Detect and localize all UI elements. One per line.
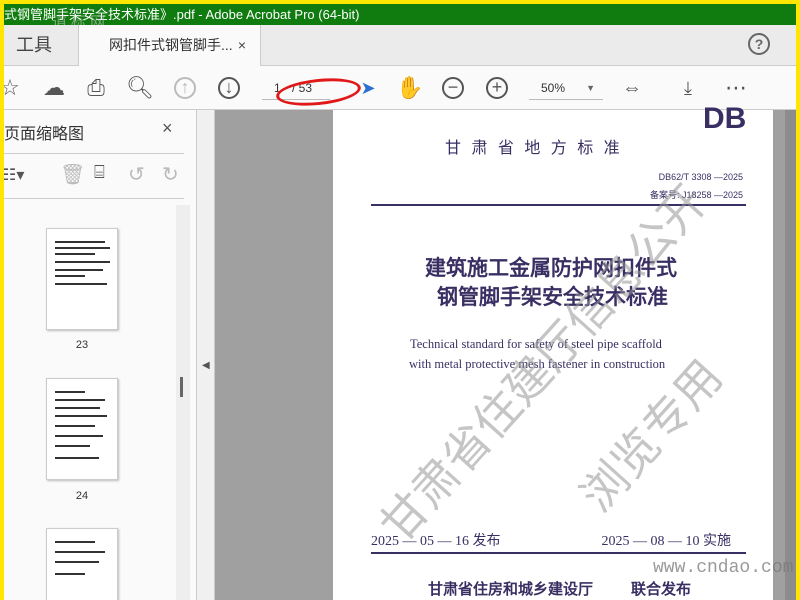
rotate-left-icon[interactable]: ↺ <box>128 162 145 187</box>
tab-document[interactable]: 网扣件式钢管脚手... × <box>78 25 261 67</box>
tab-tools[interactable]: 工具 <box>4 25 78 66</box>
db-mark: DB <box>703 102 747 135</box>
fit-page-icon[interactable]: ⇔ <box>618 74 646 102</box>
search-zoom-icon[interactable]: 🔍︎ <box>126 74 154 102</box>
thumbnail-label: 24 <box>75 490 89 502</box>
thumbnails-panel: 页面缩略图 × ☷▾ 🗑︎ ⌸ ↺ ↻ 23 24 <box>4 110 197 600</box>
joint-publish: 联合发布 <box>631 578 692 599</box>
title-bar: 式钢管脚手架安全技术标准》.pdf - Adobe Acrobat Pro (6… <box>4 4 796 31</box>
page-thumbnail-25[interactable] <box>46 528 118 600</box>
zoom-value: 50% <box>541 81 566 95</box>
toolbar: ☆ ☁ ⎙ 🔍︎ ↑ ↓ 1 / 53 ➤ ✋ − + 50% ▼ ⇔ ⤓ ⋯ <box>4 66 796 110</box>
bottom-rule <box>371 552 746 554</box>
page-thumbnail-24[interactable] <box>46 378 118 480</box>
bookmark-star-icon[interactable]: ☆ <box>4 74 24 102</box>
authority-text: 甘 肃 省 地 方 标 准 <box>445 140 623 157</box>
hand-tool-icon[interactable]: ✋ <box>396 74 424 102</box>
zoom-in-icon[interactable]: + <box>486 77 508 99</box>
implementation-date: 2025 — 08 — 10 实施 <box>601 534 732 549</box>
rotate-right-icon[interactable]: ↻ <box>162 162 179 187</box>
help-button[interactable]: ? <box>748 33 770 55</box>
vertical-scrollbar[interactable] <box>785 110 796 600</box>
divider <box>4 198 184 199</box>
scroll-mode-icon[interactable]: ⤓ <box>674 74 702 102</box>
delete-icon[interactable]: 🗑︎ <box>60 162 85 187</box>
next-page-icon[interactable]: ↓ <box>218 77 240 99</box>
site-watermark: www.cndao.com <box>653 558 794 578</box>
insert-page-icon[interactable]: ⌸ <box>94 162 105 183</box>
previous-page-icon[interactable]: ↑ <box>174 77 196 99</box>
options-menu-icon[interactable]: ☷▾ <box>4 165 24 185</box>
thumbnail-label: 23 <box>75 339 89 351</box>
zoom-out-icon[interactable]: − <box>442 77 464 99</box>
document-view: DB 甘 肃 省 地 方 标 准 DB62/T 3308 —2025 备案号: … <box>215 102 793 600</box>
print-icon[interactable]: ⎙ <box>82 74 110 102</box>
acrobat-window: 式钢管脚手架安全技术标准》.pdf - Adobe Acrobat Pro (6… <box>4 4 796 600</box>
zoom-select[interactable]: 50% ▼ <box>529 76 603 100</box>
more-options-icon[interactable]: ⋯ <box>722 74 750 102</box>
panel-title: 页面缩略图 <box>4 126 85 143</box>
chevron-left-icon: ◀ <box>202 360 210 371</box>
close-panel-icon[interactable]: × <box>162 118 173 139</box>
close-tab-icon[interactable]: × <box>238 25 246 66</box>
page-thumbnail-23[interactable] <box>46 228 118 330</box>
upload-cloud-icon[interactable]: ☁ <box>40 74 68 102</box>
pdf-page: DB 甘 肃 省 地 方 标 准 DB62/T 3308 —2025 备案号: … <box>333 102 793 600</box>
issue-date: 2025 — 05 — 16 发布 <box>371 534 501 549</box>
publisher: 甘肃省住房和城乡建设厅 <box>428 581 594 598</box>
thumbnail-list: 23 24 <box>4 205 176 600</box>
collapse-panel-button[interactable]: ◀ <box>197 110 215 600</box>
chevron-down-icon: ▼ <box>586 83 595 93</box>
divider <box>4 153 184 154</box>
panel-scrollbar[interactable] <box>176 205 190 600</box>
tab-bar: 工具 网扣件式钢管脚手... × ? <box>4 25 796 67</box>
tab-document-label: 网扣件式钢管脚手... <box>109 37 233 53</box>
select-pointer-icon[interactable]: ➤ <box>354 74 382 102</box>
